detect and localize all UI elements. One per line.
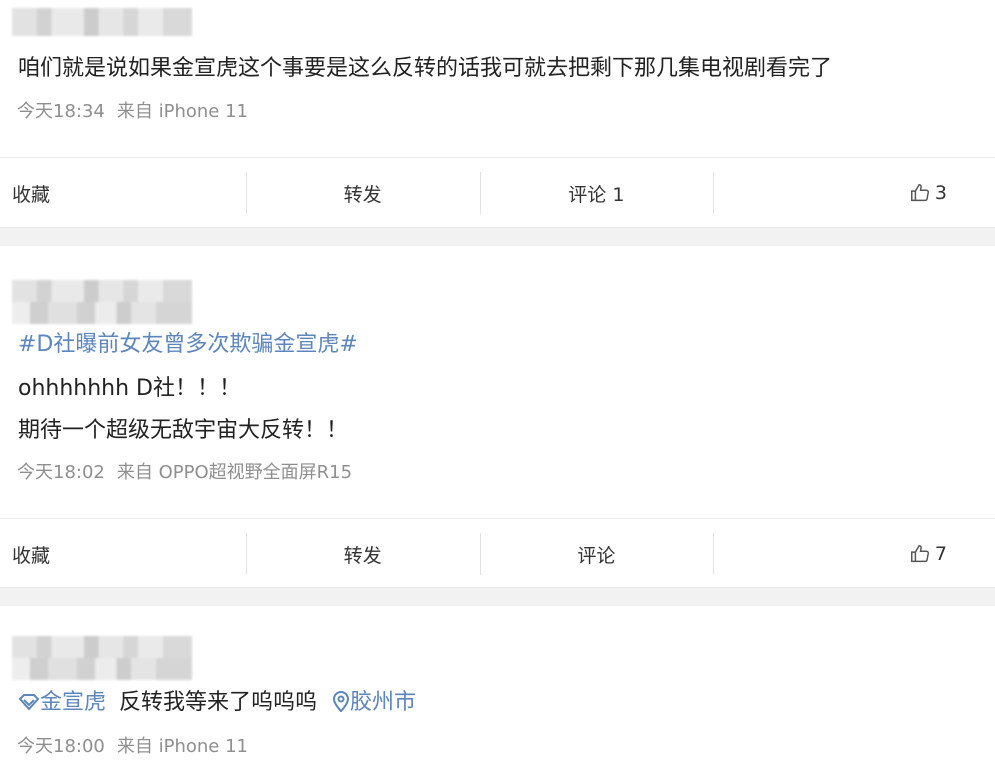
blurred-username <box>12 8 192 36</box>
location-pin-icon <box>333 691 350 712</box>
action-bar: 收藏 转发 评论 7 <box>0 518 995 589</box>
repost-button[interactable]: 转发 <box>245 519 480 589</box>
post-separator <box>0 227 995 247</box>
post-separator <box>0 587 995 607</box>
post-meta: 今天18:00 来自 iPhone 11 <box>17 732 260 758</box>
topic-link[interactable]: #D社曝前女友曾多次欺骗金宣虎# <box>18 326 358 358</box>
diamond-topic-icon <box>18 694 40 711</box>
like-button[interactable]: 7 <box>713 519 995 589</box>
post-2: #D社曝前女友曾多次欺骗金宣虎# ohhhhhhh D社！！！ 期待一个超级无敌… <box>0 246 995 588</box>
like-count: 7 <box>934 543 947 565</box>
post-source: 来自 OPPO超视野全面屏R15 <box>116 462 353 483</box>
post-text-line-1: ohhhhhhh D社！！！ <box>18 376 241 401</box>
post-text-line-2: 期待一个超级无敌宇宙大反转！！ <box>18 418 349 443</box>
post-time[interactable]: 今天18:34 <box>17 101 105 122</box>
post-3: 金宣虎 反转我等来了呜呜呜 胶州市 今天18:00 来自 iPhone 11 <box>0 606 995 773</box>
comment-button[interactable]: 评论 <box>479 519 714 589</box>
action-bar: 收藏 转发 评论 1 3 <box>0 157 995 228</box>
post-source: 来自 iPhone 11 <box>116 101 248 122</box>
thumbs-up-icon <box>910 184 929 202</box>
comment-button[interactable]: 评论 1 <box>479 158 714 228</box>
super-topic-link[interactable]: 金宣虎 <box>40 690 106 715</box>
blurred-username <box>12 280 192 324</box>
post-body: 反转我等来了呜呜呜 <box>119 690 318 715</box>
repost-button[interactable]: 转发 <box>245 158 480 228</box>
like-button[interactable]: 3 <box>713 158 995 228</box>
post-text: 金宣虎 反转我等来了呜呜呜 胶州市 <box>18 684 416 716</box>
location-link[interactable]: 胶州市 <box>350 690 416 715</box>
like-count: 3 <box>934 182 947 204</box>
blurred-username <box>12 636 192 680</box>
favorite-button[interactable]: 收藏 <box>0 519 246 589</box>
post-meta: 今天18:34 来自 iPhone 11 <box>17 97 260 123</box>
thumbs-up-icon <box>910 545 929 563</box>
post-time[interactable]: 今天18:00 <box>17 736 105 757</box>
post-text: 咱们就是说如果金宣虎这个事要是这么反转的话我可就去把剩下那几集电视剧看完了 <box>18 56 833 81</box>
post-1: 咱们就是说如果金宣虎这个事要是这么反转的话我可就去把剩下那几集电视剧看完了 今天… <box>0 0 995 228</box>
post-meta: 今天18:02 来自 OPPO超视野全面屏R15 <box>17 458 364 484</box>
post-source: 来自 iPhone 11 <box>116 736 248 757</box>
favorite-button[interactable]: 收藏 <box>0 158 246 228</box>
post-time[interactable]: 今天18:02 <box>17 462 105 483</box>
